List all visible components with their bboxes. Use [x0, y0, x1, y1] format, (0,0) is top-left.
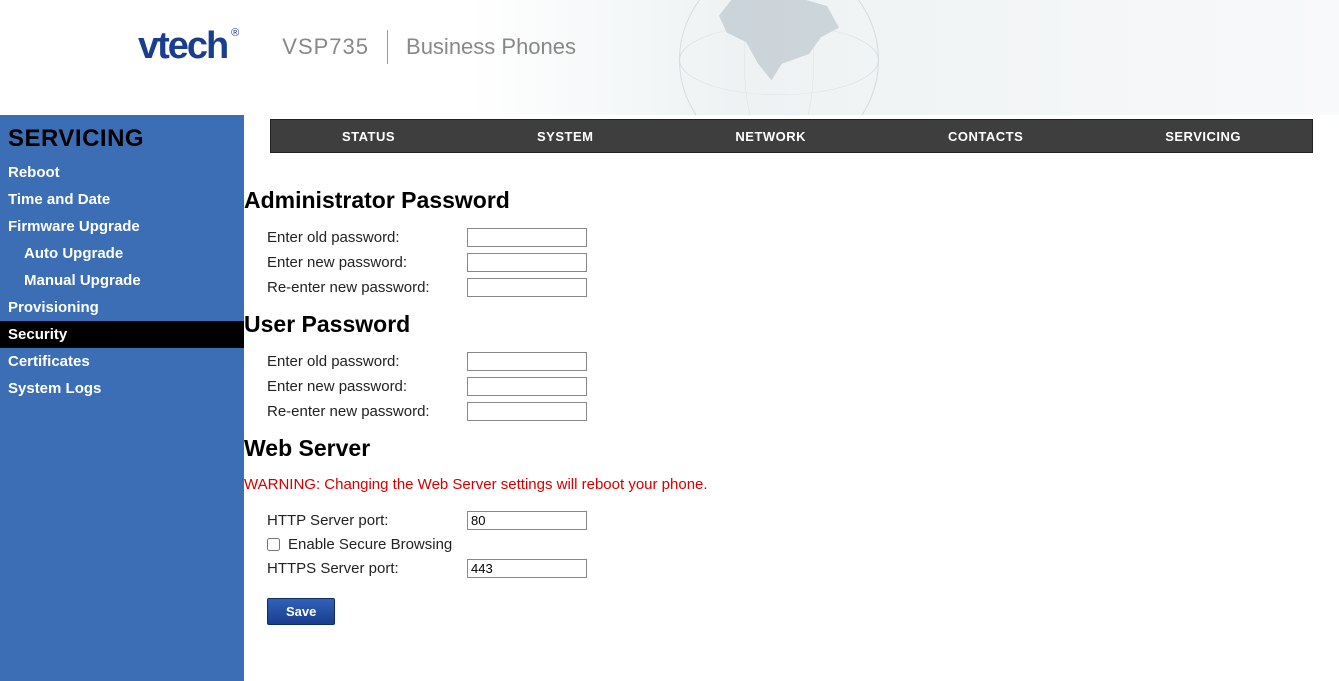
model-label: VSP735 — [282, 34, 369, 60]
sidebar-item-manual-upgrade[interactable]: Manual Upgrade — [0, 267, 244, 294]
https-port-row: HTTPS Server port: — [267, 559, 1319, 578]
admin-new-password-row: Enter new password: — [267, 253, 1319, 272]
user-reenter-password-row: Re-enter new password: — [267, 402, 1319, 421]
section-title-admin-password: Administrator Password — [244, 187, 1319, 214]
topnav-network[interactable]: NETWORK — [695, 129, 846, 144]
user-old-password-input[interactable] — [467, 352, 587, 371]
user-reenter-password-input[interactable] — [467, 402, 587, 421]
topnav-status[interactable]: STATUS — [302, 129, 435, 144]
https-port-input[interactable] — [467, 559, 587, 578]
user-reenter-password-label: Re-enter new password: — [267, 403, 467, 420]
admin-new-password-label: Enter new password: — [267, 254, 467, 271]
user-old-password-label: Enter old password: — [267, 353, 467, 370]
logo-area: vtech® VSP735 Business Phones — [138, 25, 576, 68]
http-port-label: HTTP Server port: — [267, 512, 467, 529]
topnav-contacts[interactable]: CONTACTS — [908, 129, 1063, 144]
admin-old-password-row: Enter old password: — [267, 228, 1319, 247]
enable-secure-row: Enable Secure Browsing — [267, 536, 1319, 553]
sidebar-item-firmware-upgrade[interactable]: Firmware Upgrade — [0, 213, 244, 240]
user-new-password-input[interactable] — [467, 377, 587, 396]
sidebar: SERVICING Reboot Time and Date Firmware … — [0, 115, 244, 681]
section-title-user-password: User Password — [244, 311, 1319, 338]
enable-secure-checkbox[interactable] — [267, 538, 280, 551]
user-old-password-row: Enter old password: — [267, 352, 1319, 371]
user-new-password-label: Enter new password: — [267, 378, 467, 395]
divider-icon — [387, 30, 388, 64]
brand-logo: vtech® — [138, 25, 227, 68]
tagline-label: Business Phones — [406, 34, 576, 60]
sidebar-item-auto-upgrade[interactable]: Auto Upgrade — [0, 240, 244, 267]
sidebar-title: SERVICING — [0, 121, 244, 159]
topnav-system[interactable]: SYSTEM — [497, 129, 633, 144]
http-port-row: HTTP Server port: — [267, 511, 1319, 530]
registered-icon: ® — [231, 27, 237, 39]
main: STATUS SYSTEM NETWORK CONTACTS SERVICING… — [244, 115, 1339, 681]
https-port-label: HTTPS Server port: — [267, 560, 467, 577]
admin-old-password-label: Enter old password: — [267, 229, 467, 246]
sidebar-item-time-and-date[interactable]: Time and Date — [0, 186, 244, 213]
admin-reenter-password-row: Re-enter new password: — [267, 278, 1319, 297]
sidebar-item-security[interactable]: Security — [0, 321, 244, 348]
enable-secure-label: Enable Secure Browsing — [288, 536, 452, 553]
http-port-input[interactable] — [467, 511, 587, 530]
globe-graphic — [679, 0, 919, 115]
sidebar-item-provisioning[interactable]: Provisioning — [0, 294, 244, 321]
admin-reenter-password-label: Re-enter new password: — [267, 279, 467, 296]
section-title-web-server: Web Server — [244, 435, 1319, 462]
brand-text: vtech — [138, 25, 227, 67]
sidebar-item-reboot[interactable]: Reboot — [0, 159, 244, 186]
save-button[interactable]: Save — [267, 598, 335, 625]
admin-reenter-password-input[interactable] — [467, 278, 587, 297]
web-server-warning: WARNING: Changing the Web Server setting… — [244, 476, 1319, 493]
admin-new-password-input[interactable] — [467, 253, 587, 272]
topnav: STATUS SYSTEM NETWORK CONTACTS SERVICING — [270, 119, 1313, 153]
header: vtech® VSP735 Business Phones — [0, 0, 1339, 115]
admin-old-password-input[interactable] — [467, 228, 587, 247]
topnav-servicing[interactable]: SERVICING — [1125, 129, 1281, 144]
sidebar-item-certificates[interactable]: Certificates — [0, 348, 244, 375]
user-new-password-row: Enter new password: — [267, 377, 1319, 396]
sidebar-item-system-logs[interactable]: System Logs — [0, 375, 244, 402]
